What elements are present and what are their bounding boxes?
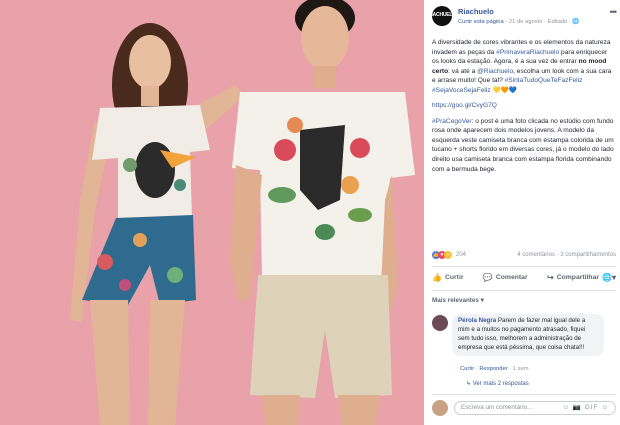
hashtag-link[interactable]: #PrimaveraRiachuelo xyxy=(496,49,559,56)
mention-link[interactable]: @Riachuelo xyxy=(477,68,513,75)
page-logo[interactable]: RIACHUELO xyxy=(428,6,456,26)
photo-two-models-icon xyxy=(0,0,424,425)
share-button[interactable]: ↪ Compartilhar 🌐▾ xyxy=(547,272,616,284)
share-audience-icon[interactable]: 🌐▾ xyxy=(602,272,616,284)
post-paragraph-3: #PraCegoVer: o post é uma foto clicada n… xyxy=(432,117,614,174)
post-photo[interactable] xyxy=(0,0,424,425)
divider xyxy=(432,290,616,291)
post-stats: 👍 ♥ • 204 4 comentários · 3 compartilham… xyxy=(432,250,616,262)
comment-bubble: Pérola Negra Parem de fazer mal igual de… xyxy=(452,314,604,356)
comment-like-link[interactable]: Curtir xyxy=(460,366,474,372)
post-text-segment: : o post é uma foto clicada no estúdio c… xyxy=(432,117,614,173)
hearts-emoji-icon: 💛🧡💙 xyxy=(492,86,518,94)
comment-icon: 💬 xyxy=(482,273,493,283)
avatar[interactable] xyxy=(432,315,448,331)
reactions-count[interactable]: 204 xyxy=(456,251,466,260)
thumbs-up-icon: 👍 xyxy=(432,273,442,283)
post-header: RIACHUELO Riachuelo Curtir esta página ·… xyxy=(428,6,618,30)
like-button[interactable]: 👍 Curtir xyxy=(432,272,463,284)
post-actions: 👍 Curtir 💬 Comentar ↪ Compartilhar 🌐▾ xyxy=(432,270,616,286)
post-text: A diversidade de cores vibrantes e os el… xyxy=(432,38,614,180)
comment-placeholder: Escreva um comentário... xyxy=(461,404,533,411)
comment-composer: Escreva um comentário... ☺ 📷 GIF ☺ xyxy=(432,400,616,416)
share-icon: ↪ xyxy=(547,273,554,283)
composer-icons[interactable]: ☺ 📷 GIF ☺ xyxy=(562,402,609,414)
comment-actions: Curtir · Responder · 1 sem xyxy=(460,366,529,372)
wow-reaction-icon: • xyxy=(444,251,452,259)
more-options-icon[interactable]: ••• xyxy=(610,6,618,19)
comment-label: Comentar xyxy=(495,274,528,282)
reactions-icons[interactable]: 👍 ♥ • xyxy=(432,251,452,259)
post-url-link[interactable]: https://goo.gl/CvyG7Q xyxy=(432,102,497,109)
comment-filter-dropdown[interactable]: Mais relevantes ▾ xyxy=(432,296,484,305)
comment-author[interactable]: Pérola Negra xyxy=(458,317,496,324)
page-name[interactable]: Riachuelo xyxy=(458,7,494,18)
hashtag-link-pracegover[interactable]: #PraCegoVer xyxy=(432,118,472,125)
comment-reply-link[interactable]: Responder xyxy=(479,366,507,372)
comment-input[interactable]: Escreva um comentário... ☺ 📷 GIF ☺ xyxy=(454,401,616,415)
post-text-segment: : vá até a xyxy=(448,67,478,75)
comment-time: 1 sem xyxy=(512,366,529,372)
post-panel: RIACHUELO Riachuelo Curtir esta página ·… xyxy=(424,0,620,425)
post-date: · 21 de agosto · Editado · xyxy=(503,19,573,25)
share-label: Compartilhar xyxy=(556,274,600,282)
view-replies-link[interactable]: ↳ Ver mais 2 respostas xyxy=(466,380,529,389)
comments-shares-count[interactable]: 4 comentários · 3 compartilhamentos xyxy=(517,251,616,260)
post-meta: Curtir esta página · 21 de agosto · Edit… xyxy=(458,18,580,26)
divider xyxy=(432,394,616,395)
post-paragraph-1: A diversidade de cores vibrantes e os el… xyxy=(432,38,614,95)
globe-icon: 🌐 xyxy=(572,19,580,25)
post-link-paragraph: https://goo.gl/CvyG7Q xyxy=(432,101,614,111)
avatar xyxy=(432,400,448,416)
like-label: Curtir xyxy=(444,274,464,282)
divider xyxy=(432,266,616,267)
comment-button[interactable]: 💬 Comentar xyxy=(483,272,528,284)
like-page-link[interactable]: Curtir esta página xyxy=(458,19,504,25)
